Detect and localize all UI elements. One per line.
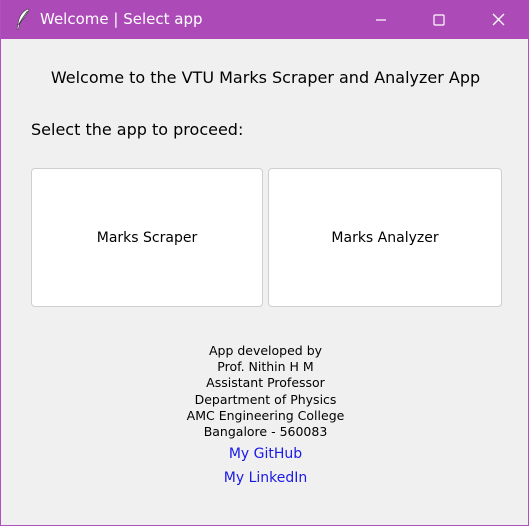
credits-line: Prof. Nithin H M bbox=[217, 359, 314, 375]
credits-line: Bangalore - 560083 bbox=[203, 424, 328, 440]
app-window: Welcome | Select app Welcome to the VTU … bbox=[0, 0, 529, 526]
credits-line: App developed by bbox=[208, 343, 323, 358]
minimize-button[interactable] bbox=[358, 0, 404, 39]
minimize-icon bbox=[376, 18, 386, 21]
title-bar[interactable]: Welcome | Select app bbox=[1, 0, 529, 39]
marks-scraper-button[interactable]: Marks Scraper bbox=[31, 168, 263, 307]
maximize-button[interactable] bbox=[416, 0, 462, 39]
developer-credits: App developed by Prof. Nithin H M Assist… bbox=[1, 343, 529, 440]
window-title: Welcome | Select app bbox=[40, 10, 203, 28]
credits-line: AMC Engineering College bbox=[186, 407, 345, 423]
linkedin-link[interactable]: My LinkedIn bbox=[1, 470, 529, 486]
marks-analyzer-button[interactable]: Marks Analyzer bbox=[268, 168, 502, 307]
select-prompt: Select the app to proceed: bbox=[31, 120, 244, 139]
credits-line: Department of Physics bbox=[194, 391, 337, 407]
github-link[interactable]: My GitHub bbox=[1, 446, 529, 462]
close-button[interactable] bbox=[475, 0, 521, 39]
maximize-icon bbox=[433, 13, 445, 26]
credits-line: Assistant Professor bbox=[206, 375, 325, 391]
feather-icon bbox=[16, 8, 30, 30]
welcome-heading: Welcome to the VTU Marks Scraper and Ana… bbox=[50, 68, 481, 87]
close-icon bbox=[492, 13, 504, 26]
